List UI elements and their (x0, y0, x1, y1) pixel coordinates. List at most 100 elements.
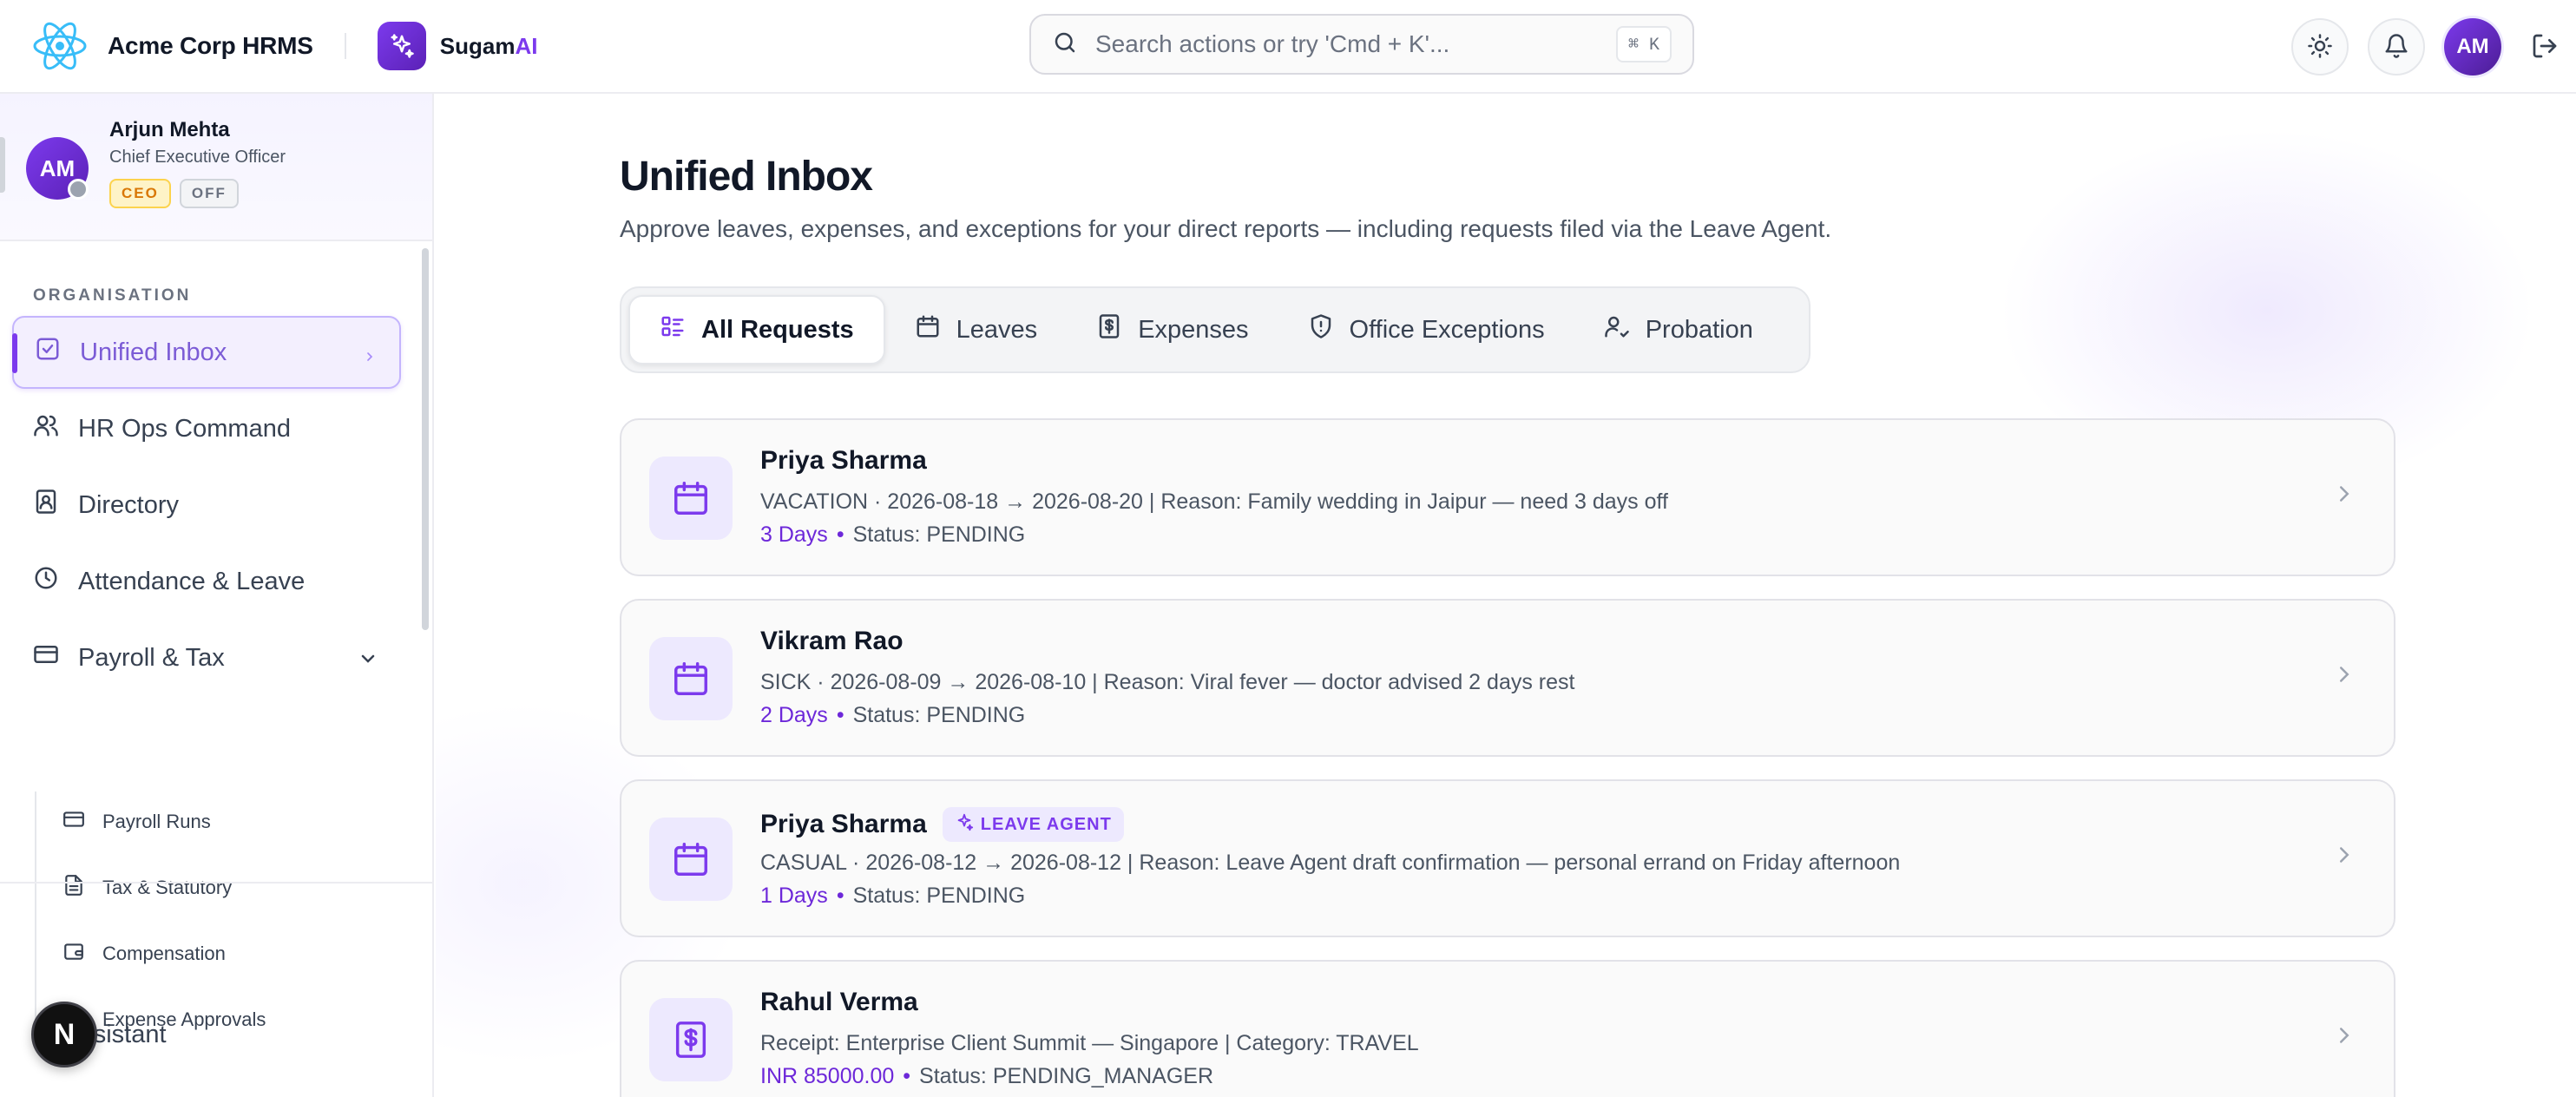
tab-expenses[interactable]: Expenses (1067, 295, 1278, 365)
request-card[interactable]: Rahul Verma Receipt: Enterprise Client S… (620, 960, 2395, 1097)
meta-separator: • (903, 1064, 911, 1088)
meta-separator: • (836, 884, 844, 908)
sidebar-subitem-payroll-runs[interactable]: Payroll Runs (62, 800, 211, 844)
nav-section-label: ORGANISATION (33, 286, 192, 305)
profile-card[interactable]: AM Arjun Mehta Chief Executive Officer C… (0, 94, 432, 241)
chevron-right-icon (2331, 661, 2357, 692)
request-card[interactable]: Priya Sharma VACATION · 2026-08-18 → 202… (620, 418, 2395, 576)
calendar-icon (649, 457, 733, 540)
chevron-right-icon (2331, 842, 2357, 872)
tab-office-exceptions[interactable]: Office Exceptions (1278, 295, 1574, 365)
tab-probation[interactable]: Probation (1574, 295, 1783, 365)
requester-name-text: Vikram Rao (760, 627, 904, 655)
requester-name: Priya Sharma LEAVE AGENT (760, 807, 1124, 842)
tab-all-requests[interactable]: All Requests (628, 295, 885, 365)
request-meta: 1 Days • Status: PENDING (760, 884, 1025, 909)
request-card[interactable]: Vikram Rao SICK · 2026-08-09 → 2026-08-1… (620, 599, 2395, 757)
receipt-icon (1096, 313, 1122, 346)
chevron-down-icon (358, 647, 378, 676)
request-amount: 2 Days (760, 703, 828, 727)
brand-separator (344, 33, 346, 59)
checkbox-icon (35, 336, 61, 369)
requester-name: Priya Sharma (760, 446, 927, 476)
request-amount: 1 Days (760, 884, 828, 908)
sidebar-item-directory[interactable]: Directory (12, 469, 401, 542)
status-tag[interactable]: OFF (179, 179, 239, 208)
requester-name: Rahul Verma (760, 988, 918, 1017)
main-content: Unified Inbox Approve leaves, expenses, … (436, 94, 2576, 1097)
dev-indicator-badge[interactable]: N (31, 1002, 97, 1067)
request-tabs: All Requests Leaves Expenses Office Exce… (620, 286, 1810, 373)
sugam-ai-button[interactable]: SugamAI (377, 22, 538, 70)
request-status: Status: PENDING (852, 522, 1026, 547)
brand-name: Acme Corp HRMS (108, 32, 313, 59)
request-meta: 3 Days • Status: PENDING (760, 522, 1025, 548)
sparkle-icon (377, 22, 426, 70)
contact-card-icon (33, 489, 59, 522)
calendar-icon (649, 637, 733, 720)
credit-card-icon (33, 641, 59, 674)
request-status: Status: PENDING_MANAGER (919, 1064, 1214, 1088)
sidebar-item-hr-ops-command[interactable]: HR Ops Command (12, 392, 401, 465)
user-avatar[interactable]: AM (2444, 18, 2501, 76)
profile-name: Arjun Mehta (109, 118, 230, 141)
sidebar-scrollbar[interactable] (422, 248, 429, 630)
tab-label: Probation (1645, 315, 1753, 344)
sun-icon (2307, 33, 2333, 62)
tab-label: Leaves (956, 315, 1038, 344)
profile-role: Chief Executive Officer (109, 148, 286, 167)
ceo-tag: CEO (109, 179, 171, 208)
theme-toggle-button[interactable] (2291, 18, 2349, 76)
sidebar-item-payroll-tax[interactable]: Payroll & Tax (12, 621, 401, 694)
react-logo-icon (31, 17, 89, 75)
page-title: Unified Inbox (620, 154, 873, 200)
tab-label: Expenses (1138, 315, 1249, 344)
shortcut-hint: ⌘ K (1615, 26, 1672, 62)
sidebar-subitem-label: Tax & Statutory (102, 877, 233, 898)
sidebar-item-unified-inbox[interactable]: Unified Inbox (12, 316, 401, 389)
sidebar-item-label: Payroll & Tax (78, 643, 225, 672)
list-icon (660, 313, 686, 346)
chevron-right-icon (2331, 481, 2357, 511)
request-detail: CASUAL · 2026-08-12 → 2026-08-12 | Reaso… (760, 851, 1901, 875)
meta-separator: • (836, 703, 844, 727)
clock-icon (33, 565, 59, 598)
profile-indicator (0, 137, 5, 193)
leave-agent-badge: LEAVE AGENT (942, 807, 1124, 842)
request-detail: SICK · 2026-08-09 → 2026-08-10 | Reason:… (760, 670, 1575, 694)
logout-button[interactable] (2531, 32, 2559, 62)
sidebar-subitem-compensation[interactable]: Compensation (62, 932, 226, 975)
brand[interactable]: Acme Corp HRMS (31, 17, 313, 75)
request-meta: 2 Days • Status: PENDING (760, 703, 1025, 728)
calendar-icon (649, 818, 733, 901)
user-check-icon (1604, 313, 1630, 346)
top-bar: Acme Corp HRMS SugamAI ⌘ K (0, 0, 2576, 94)
sparkle-icon (955, 812, 974, 837)
sidebar-subitem-label: Payroll Runs (102, 811, 211, 832)
sidebar-subitem-tax-statutory[interactable]: Tax & Statutory (62, 866, 232, 910)
submenu-rail (35, 792, 36, 1043)
request-card[interactable]: Priya Sharma LEAVE AGENT CASUAL · 2026-0… (620, 779, 2395, 937)
users-icon (33, 412, 59, 445)
notifications-button[interactable] (2368, 18, 2425, 76)
requester-name-text: Priya Sharma (760, 810, 927, 838)
credit-card-icon (62, 808, 85, 836)
sidebar-item-attendance-leave[interactable]: Attendance & Leave (12, 545, 401, 618)
calendar-icon (915, 313, 941, 346)
requester-name: Vikram Rao (760, 627, 904, 656)
wallet-icon (62, 940, 85, 968)
search-input[interactable] (1095, 30, 1616, 58)
sidebar: AM Arjun Mehta Chief Executive Officer C… (0, 94, 434, 1097)
sidebar-item-label: Unified Inbox (80, 338, 227, 366)
meta-separator: • (836, 522, 844, 547)
sidebar-item-label: Attendance & Leave (78, 567, 306, 595)
sidebar-subitem-label: Compensation (102, 943, 226, 964)
tab-leaves[interactable]: Leaves (885, 295, 1068, 365)
chevron-right-icon (2331, 1022, 2357, 1053)
sugam-name-accent: AI (515, 32, 538, 59)
tab-label: Office Exceptions (1349, 315, 1545, 344)
top-actions: AM (2291, 0, 2576, 94)
search-bar[interactable]: ⌘ K (1029, 14, 1694, 75)
presence-status-dot (68, 179, 89, 200)
sugam-name-main: Sugam (439, 32, 516, 59)
